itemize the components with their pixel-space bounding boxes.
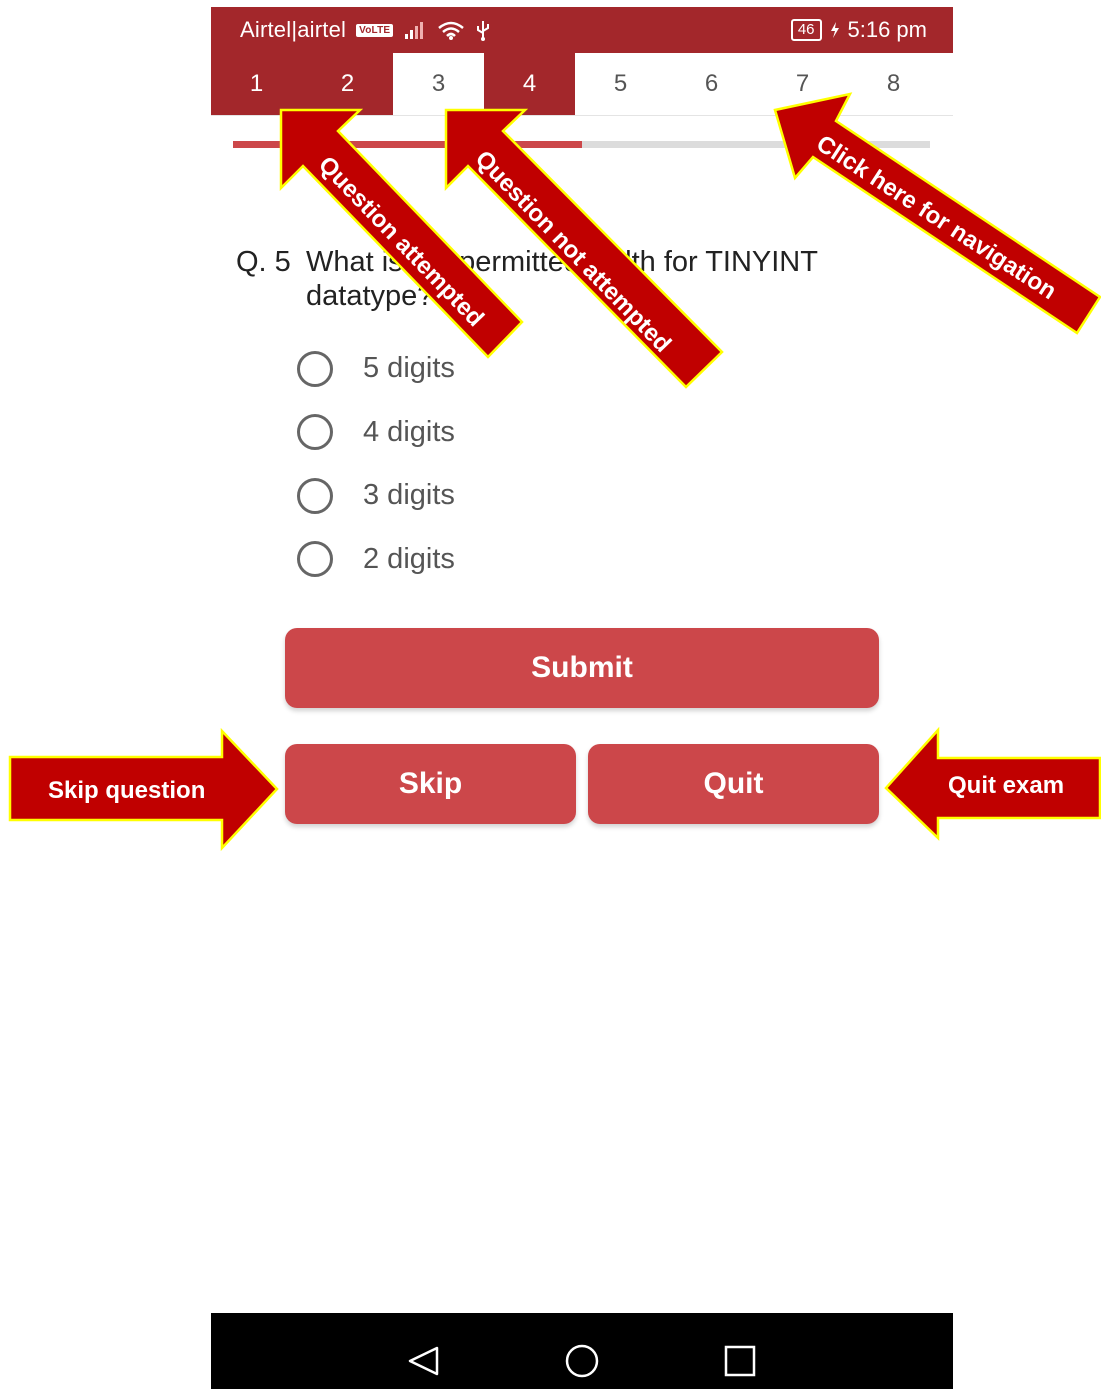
option-label: 4 digits [363,415,455,448]
option-3[interactable]: 3 digits [297,464,455,528]
status-left: Airtel|airtel VoLTE [240,17,491,43]
annotation-label-skip: Skip question [48,777,206,804]
question-tabs: 1 2 3 4 5 6 7 8 [211,53,953,116]
tab-question-3[interactable]: 3 [393,53,484,115]
status-bar: Airtel|airtel VoLTE 46 5:16 pm [211,7,953,53]
carrier-name: Airtel|airtel [240,17,347,42]
skip-button[interactable]: Skip [285,744,576,824]
tab-question-5[interactable]: 5 [575,53,666,115]
tab-question-1[interactable]: 1 [211,53,302,115]
radio-button[interactable] [297,350,333,387]
phone-screen: Airtel|airtel VoLTE 46 5:16 pm 1 2 3 4 5… [211,7,953,1389]
quit-button[interactable]: Quit [588,744,879,824]
option-label: 3 digits [363,479,455,512]
volte-icon: VoLTE [356,23,394,37]
signal-icon [405,22,424,39]
usb-icon [477,21,490,41]
battery-icon: 46 [790,19,822,41]
radio-button[interactable] [297,541,333,578]
answer-options: 5 digits 4 digits 3 digits 2 digits [297,337,455,591]
android-nav-bar [211,1313,953,1389]
tab-question-6[interactable]: 6 [666,53,757,115]
option-label: 5 digits [363,352,455,385]
back-icon[interactable] [408,1346,439,1376]
wifi-icon [438,21,465,40]
tab-question-2[interactable]: 2 [302,53,393,115]
recents-icon[interactable] [724,1345,756,1377]
tab-question-4[interactable]: 4 [484,53,575,115]
home-icon[interactable] [565,1344,599,1378]
submit-button[interactable]: Submit [285,628,879,708]
charging-icon [830,22,839,38]
annotation-label-quit: Quit exam [948,772,1065,799]
progress-fill [233,141,582,148]
option-4[interactable]: 2 digits [297,528,455,592]
question-number: Q. 5 [236,246,291,278]
option-label: 2 digits [363,542,455,575]
clock: 5:16 pm [847,17,928,42]
radio-button[interactable] [297,477,333,514]
tab-question-7[interactable]: 7 [757,53,848,115]
radio-button[interactable] [297,414,333,451]
option-1[interactable]: 5 digits [297,337,455,401]
status-right: 46 5:16 pm [790,17,928,43]
option-2[interactable]: 4 digits [297,401,455,465]
tab-question-8[interactable]: 8 [848,53,939,115]
